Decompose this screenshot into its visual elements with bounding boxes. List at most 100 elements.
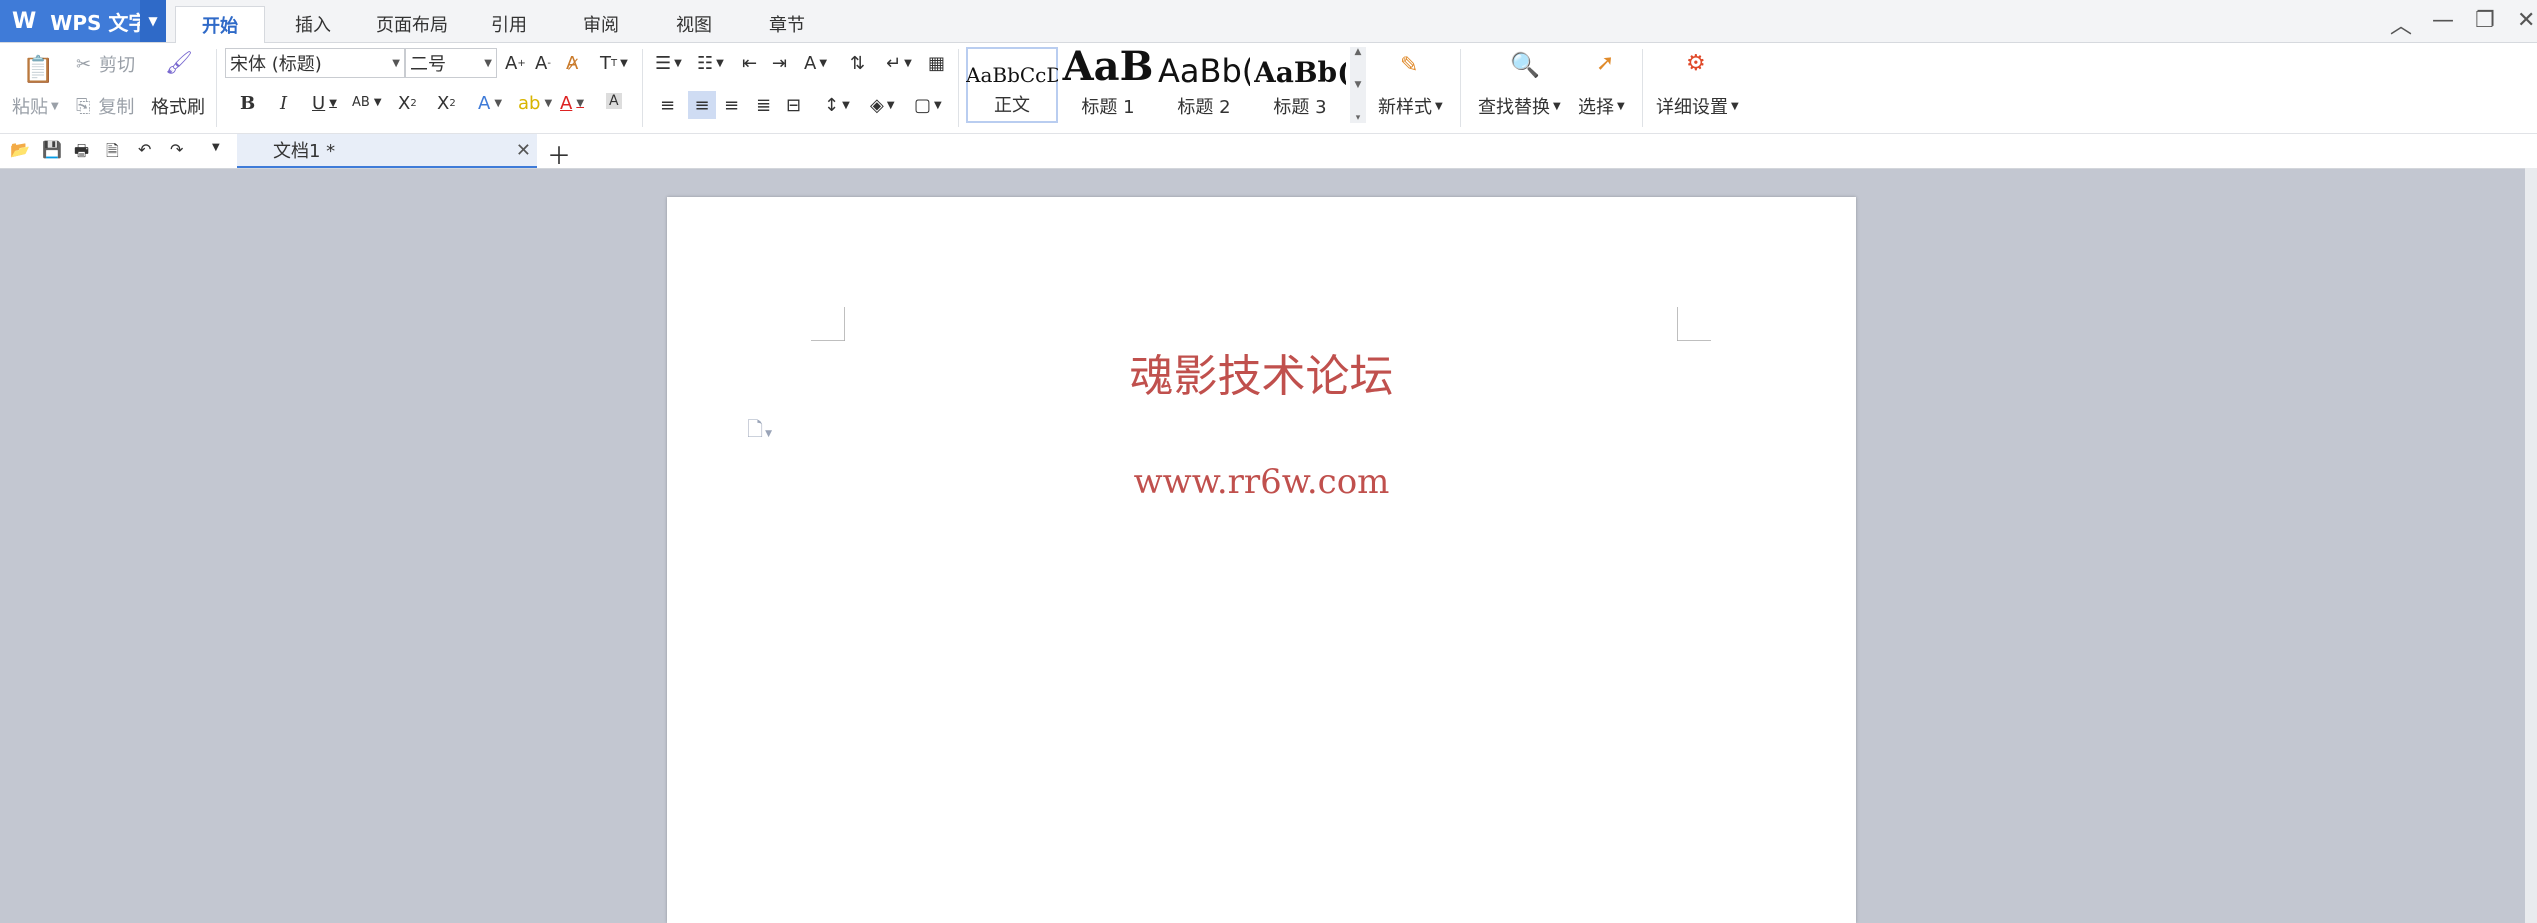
minimize-icon[interactable]: —: [2432, 8, 2454, 33]
chevron-down-icon[interactable]: ▼: [1355, 80, 1362, 90]
find-replace-button[interactable]: 查找替换 ▼: [1478, 93, 1561, 119]
wps-logo-icon: W: [12, 8, 37, 34]
detail-settings-icon: ⚙: [1686, 51, 1706, 76]
redo-icon[interactable]: ↷: [170, 140, 183, 159]
char-shading-icon[interactable]: A: [606, 93, 622, 109]
style-gallery-scroll[interactable]: ▲ ▼ ▾: [1350, 47, 1366, 123]
document-page[interactable]: 🗋 ▼ 魂影技术论坛 www.rr6w.com: [667, 197, 1856, 923]
vertical-scrollbar[interactable]: [2525, 168, 2537, 923]
chevron-down-icon: ▼: [484, 57, 492, 69]
tab-page-layout[interactable]: 页面布局: [362, 6, 462, 42]
format-painter-icon[interactable]: 🖌: [165, 51, 193, 76]
app-name: WPS 文字: [50, 10, 149, 35]
separator: [216, 49, 217, 127]
style-heading-2[interactable]: AaBb( 标题 2: [1158, 47, 1250, 123]
align-left-icon[interactable]: ≡: [660, 95, 675, 116]
paste-button[interactable]: 粘贴 ▼: [12, 93, 59, 119]
new-style-button[interactable]: 新样式 ▼: [1378, 93, 1443, 119]
document-tab[interactable]: 文档1 * ✕: [237, 134, 537, 168]
style-heading-3[interactable]: AaBb( 标题 3: [1254, 47, 1346, 123]
open-folder-icon[interactable]: 📂: [10, 140, 30, 159]
paste-icon[interactable]: 📋: [22, 55, 54, 85]
chevron-down-icon: ▼: [392, 57, 400, 69]
style-label: 标题 2: [1177, 97, 1231, 118]
undo-icon[interactable]: ↶: [138, 140, 151, 159]
save-icon[interactable]: 💾: [42, 140, 62, 159]
style-label: 标题 1: [1081, 97, 1135, 118]
sort-icon[interactable]: ⇅: [850, 53, 865, 74]
paste-dropdown-icon[interactable]: ▼: [51, 101, 59, 112]
new-style-icon: ✎: [1400, 53, 1419, 78]
line-spacing-icon[interactable]: ↕ ▼: [824, 95, 850, 116]
paragraph-mark-icon[interactable]: ↵ ▼: [886, 53, 912, 74]
copy-label: 复制: [98, 97, 135, 118]
print-icon[interactable]: 🖶: [74, 140, 89, 167]
cut-button[interactable]: ✂ 剪切: [76, 51, 135, 77]
document-line-1[interactable]: 魂影技术论坛: [667, 340, 1856, 404]
font-family-value: 宋体 (标题): [230, 54, 322, 75]
tab-view[interactable]: 视图: [655, 6, 733, 42]
customize-toolbar-icon[interactable]: ▼: [212, 142, 220, 153]
separator: [1642, 49, 1643, 127]
app-menu-button[interactable]: W WPS 文字 ▼: [0, 0, 166, 42]
select-button[interactable]: 选择 ▼: [1578, 93, 1625, 119]
tab-review[interactable]: 审阅: [562, 6, 640, 42]
align-right-icon[interactable]: ≡: [724, 95, 739, 116]
format-painter-button[interactable]: 格式刷: [151, 93, 205, 119]
collapse-ribbon-icon[interactable]: ︿: [2390, 8, 2412, 40]
detail-settings-button[interactable]: 详细设置 ▼: [1656, 93, 1739, 119]
distribute-icon[interactable]: ⊟: [786, 95, 801, 116]
tab-chapter[interactable]: 章节: [748, 6, 826, 42]
paragraph-layout-icon[interactable]: 🗋 ▼: [747, 415, 772, 449]
close-icon[interactable]: ✕: [2517, 8, 2535, 33]
border-icon[interactable]: ▢ ▼: [914, 95, 942, 116]
tab-references[interactable]: 引用: [470, 6, 548, 42]
gallery-expand-icon[interactable]: ▾: [1356, 113, 1361, 123]
bold-icon[interactable]: B: [240, 93, 255, 114]
font-color-icon[interactable]: A ▼: [560, 93, 584, 114]
style-heading-1[interactable]: AaB 标题 1: [1062, 47, 1154, 123]
decrease-indent-icon[interactable]: ⇤: [742, 53, 757, 74]
shrink-font-icon[interactable]: A-: [535, 53, 551, 74]
copy-button[interactable]: ⎘ 复制: [76, 93, 134, 119]
app-menu-dropdown-icon[interactable]: ▼: [140, 0, 166, 42]
font-effect-icon[interactable]: A ▼: [478, 93, 502, 114]
superscript-icon[interactable]: X2: [398, 93, 417, 114]
font-family-select[interactable]: 宋体 (标题) ▼: [225, 48, 405, 78]
font-size-select[interactable]: 二号 ▼: [405, 48, 497, 78]
quick-access-bar: 📂 💾 🖶 🗎 ↶ ↷ ▼ 文档1 * ✕ ＋: [0, 134, 2537, 171]
underline-icon[interactable]: U ▼: [312, 93, 337, 114]
style-sample: AaBbCcD: [966, 65, 1058, 85]
cut-label: 剪切: [99, 55, 136, 76]
separator: [642, 49, 643, 127]
subscript-icon[interactable]: X2: [437, 93, 456, 114]
margin-corner-top-left: [811, 307, 845, 341]
italic-icon[interactable]: I: [280, 93, 287, 114]
grow-font-icon[interactable]: A +: [505, 53, 526, 74]
style-label: 正文: [994, 95, 1030, 116]
highlight-icon[interactable]: ab ▼: [518, 93, 552, 114]
close-tab-icon[interactable]: ✕: [516, 140, 531, 161]
strikethrough-icon[interactable]: AB ▼: [352, 95, 382, 110]
chinese-layout-icon[interactable]: A ▼: [804, 53, 827, 74]
bullet-list-icon[interactable]: ☰ ▼: [655, 53, 682, 74]
clear-format-icon[interactable]: A̷: [566, 53, 578, 74]
document-line-2[interactable]: www.rr6w.com: [667, 462, 1856, 502]
text-effect-icon[interactable]: T T ▼: [600, 53, 628, 74]
print-preview-icon[interactable]: 🗎: [106, 140, 119, 167]
restore-icon[interactable]: ❐: [2475, 8, 2495, 33]
increase-indent-icon[interactable]: ⇥: [772, 53, 787, 74]
table-grid-icon[interactable]: ▦: [928, 53, 945, 74]
numbered-list-icon[interactable]: ☷ ▼: [697, 53, 724, 74]
shading-icon[interactable]: ◈ ▼: [870, 95, 895, 116]
title-bar: W WPS 文字 ▼ 开始 插入 页面布局 引用 审阅 视图 章节 ︿ — ❐ …: [0, 0, 2537, 43]
align-center-icon[interactable]: ≡: [688, 91, 716, 119]
justify-icon[interactable]: ≣: [756, 95, 771, 116]
tab-insert[interactable]: 插入: [272, 6, 354, 42]
new-tab-icon[interactable]: ＋: [547, 136, 571, 171]
select-label: 选择: [1578, 97, 1614, 118]
detail-settings-label: 详细设置: [1656, 97, 1728, 118]
tab-home[interactable]: 开始: [175, 6, 265, 43]
chevron-up-icon[interactable]: ▲: [1355, 47, 1362, 57]
style-normal[interactable]: AaBbCcD 正文: [966, 47, 1058, 123]
